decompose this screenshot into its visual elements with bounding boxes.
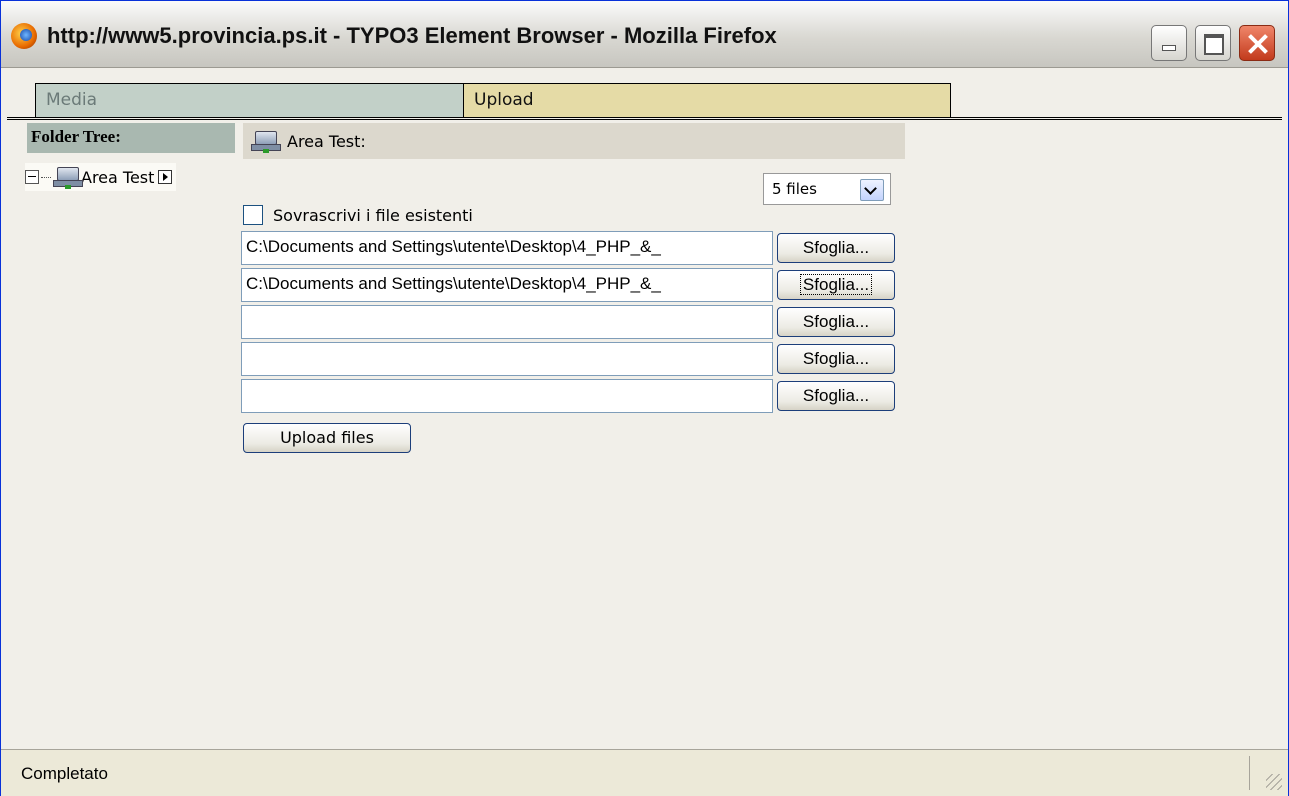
browse-button[interactable]: Sfoglia... xyxy=(777,270,895,300)
tab-upload[interactable]: Upload xyxy=(463,83,951,117)
collapse-icon[interactable] xyxy=(25,170,39,184)
tree-item-area-test[interactable]: Area Test xyxy=(25,163,177,191)
browse-button[interactable]: Sfoglia... xyxy=(777,233,895,263)
file-input[interactable]: C:\Documents and Settings\utente\Desktop… xyxy=(241,268,773,302)
maximize-button[interactable] xyxy=(1195,25,1231,61)
browser-window: http://www5.provincia.ps.it - TYPO3 Elem… xyxy=(0,0,1289,796)
minimize-button[interactable] xyxy=(1151,25,1187,61)
tree-connector xyxy=(41,176,51,178)
drive-icon xyxy=(251,130,281,153)
resize-grip-icon[interactable] xyxy=(1266,774,1282,790)
file-input[interactable] xyxy=(241,342,773,376)
file-input[interactable]: C:\Documents and Settings\utente\Desktop… xyxy=(241,231,773,265)
file-row: C:\Documents and Settings\utente\Desktop… xyxy=(241,268,895,302)
tab-media[interactable]: Media xyxy=(35,83,467,117)
browse-button-label: Sfoglia... xyxy=(802,349,870,368)
drive-icon xyxy=(53,166,83,189)
status-text: Completato xyxy=(21,764,108,783)
file-row: C:\Documents and Settings\utente\Desktop… xyxy=(241,231,895,265)
folder-header-label: Area Test: xyxy=(287,131,366,151)
browse-button[interactable]: Sfoglia... xyxy=(777,344,895,374)
file-input[interactable] xyxy=(241,379,773,413)
overwrite-option: Sovrascrivi i file esistenti xyxy=(243,205,473,225)
overwrite-checkbox[interactable] xyxy=(243,205,263,225)
status-divider xyxy=(1249,756,1250,790)
browse-button-label: Sfoglia... xyxy=(802,238,870,257)
overwrite-label: Sovrascrivi i file esistenti xyxy=(273,205,473,225)
chevron-down-icon[interactable] xyxy=(860,179,884,201)
browse-button[interactable]: Sfoglia... xyxy=(777,307,895,337)
window-title: http://www5.provincia.ps.it - TYPO3 Elem… xyxy=(47,23,777,48)
status-bar: Completato xyxy=(1,749,1288,796)
file-row: Sfoglia... xyxy=(241,379,895,413)
file-count-select[interactable]: 5 files xyxy=(763,173,891,205)
expand-arrow-icon[interactable] xyxy=(158,170,173,184)
title-bar[interactable]: http://www5.provincia.ps.it - TYPO3 Elem… xyxy=(1,1,1288,68)
file-count-value: 5 files xyxy=(772,180,817,198)
file-row: Sfoglia... xyxy=(241,305,895,339)
file-row: Sfoglia... xyxy=(241,342,895,376)
firefox-icon xyxy=(11,23,37,49)
folder-header: Area Test: xyxy=(243,123,905,159)
page-content: Media Upload Folder Tree: Area Test Area… xyxy=(7,71,1282,747)
browse-button-label: Sfoglia... xyxy=(802,312,870,331)
folder-tree-header: Folder Tree: xyxy=(27,123,235,153)
file-input[interactable] xyxy=(241,305,773,339)
browse-button-label: Sfoglia... xyxy=(802,386,870,405)
close-button[interactable] xyxy=(1239,25,1275,61)
browse-button-label: Sfoglia... xyxy=(799,274,873,295)
tab-divider xyxy=(7,117,1282,120)
browse-button[interactable]: Sfoglia... xyxy=(777,381,895,411)
upload-files-button[interactable]: Upload files xyxy=(243,423,411,453)
tree-item-label[interactable]: Area Test xyxy=(81,168,154,187)
